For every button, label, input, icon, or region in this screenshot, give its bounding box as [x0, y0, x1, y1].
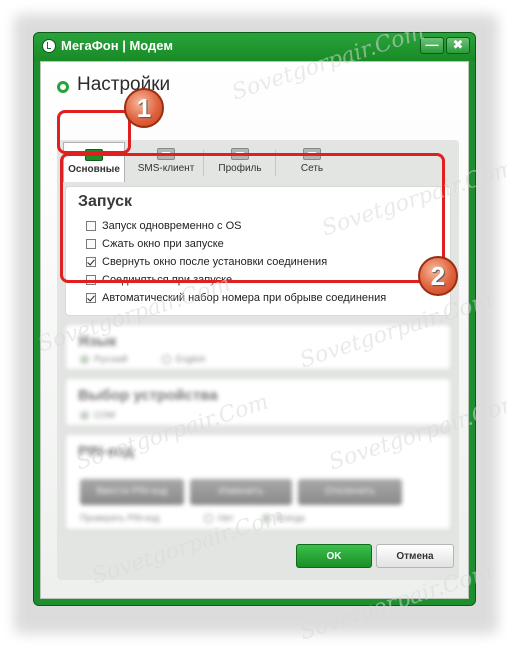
cancel-button[interactable]: Отмена — [376, 544, 454, 568]
auto-redial-checkbox[interactable] — [86, 293, 96, 303]
step-badge-1: 1 — [124, 88, 164, 128]
language-english-label: English — [176, 354, 206, 364]
disable-pin-button[interactable]: Отключить — [298, 479, 402, 505]
pin-section: PIN-код Ввести PIN-код Изменить Отключит… — [65, 434, 451, 530]
pin-check-label: Проверять PIN-код — [80, 513, 160, 523]
change-pin-button[interactable]: Изменить — [190, 479, 292, 505]
enter-pin-button[interactable]: Ввести PIN-код — [80, 479, 184, 505]
device-section: Выбор устройства COM — [65, 378, 451, 426]
ok-button[interactable]: OK — [296, 544, 372, 568]
step-badge-2: 2 — [418, 256, 458, 296]
device-title: Выбор устройства — [78, 387, 218, 404]
close-button[interactable]: ✖ — [446, 37, 470, 54]
pin-check-no-radio[interactable] — [204, 514, 213, 523]
window-title: МегаФон | Модем — [61, 38, 173, 53]
highlight-tab-general — [57, 110, 131, 154]
language-section: Язык Русский English — [65, 324, 451, 370]
language-russian-radio[interactable] — [80, 355, 89, 364]
option-label: Автоматический набор номера при обрыве с… — [102, 292, 387, 304]
language-title: Язык — [78, 333, 117, 350]
device-com-radio[interactable] — [80, 411, 89, 420]
gear-icon — [57, 78, 75, 96]
device-com-label: COM — [94, 410, 115, 420]
highlight-startup-section — [60, 153, 445, 283]
minimize-button[interactable]: — — [420, 37, 444, 54]
title-bar[interactable]: МегаФон | Модем — ✖ — [34, 33, 475, 61]
megafon-logo-icon — [42, 39, 56, 53]
pin-check-always-label: Всегда — [276, 513, 305, 523]
language-english-radio[interactable] — [162, 355, 171, 364]
pin-title: PIN-код — [78, 443, 134, 460]
language-russian-label: Русский — [94, 354, 128, 364]
pin-check-always-radio[interactable] — [262, 514, 271, 523]
pin-check-no-label: Нет — [218, 513, 234, 523]
